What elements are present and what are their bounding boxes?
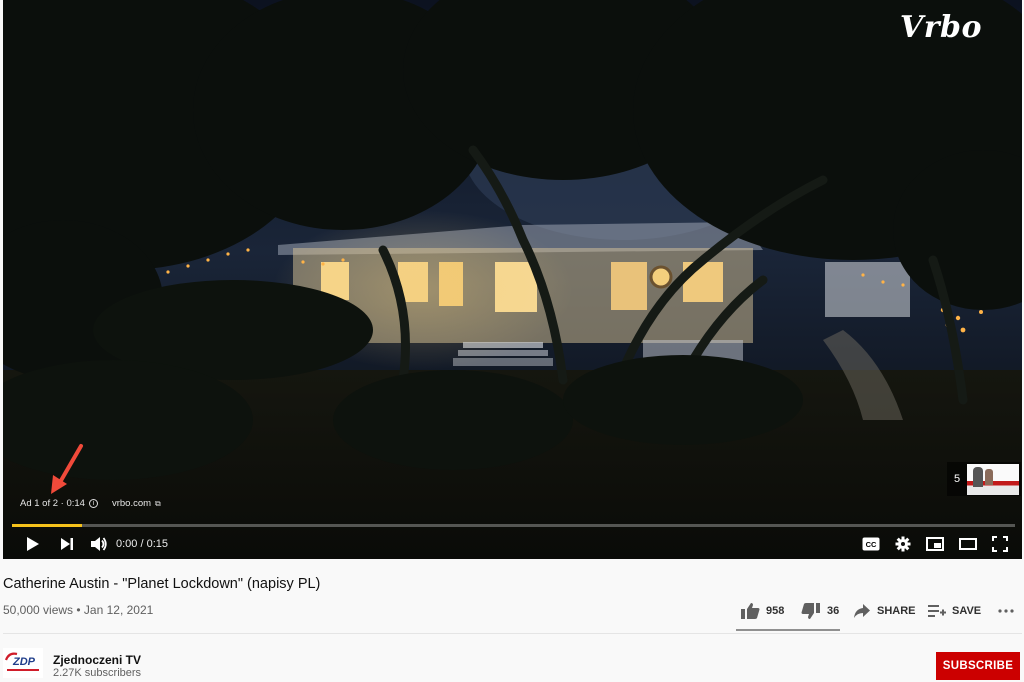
fullscreen-button[interactable] bbox=[988, 530, 1012, 558]
gear-icon bbox=[895, 536, 911, 552]
more-actions-button[interactable] bbox=[998, 598, 1014, 624]
thumbs-down-icon bbox=[801, 603, 820, 619]
miniplayer-button[interactable] bbox=[923, 530, 947, 558]
channel-logo-text: ZDP bbox=[12, 656, 36, 668]
up-next-count: 5 bbox=[953, 473, 961, 485]
ad-info: Ad 1 of 2 · 0:14 i vrbo.com ⧉ bbox=[20, 498, 161, 509]
share-button[interactable]: SHARE bbox=[853, 598, 916, 624]
info-icon[interactable]: i bbox=[88, 499, 98, 508]
progress-fill bbox=[12, 524, 83, 527]
external-link-icon[interactable]: ⧉ bbox=[155, 499, 161, 509]
channel-avatar[interactable]: ZDP bbox=[3, 648, 43, 678]
dislike-button[interactable]: 36 bbox=[801, 598, 839, 624]
skip-next-icon bbox=[61, 538, 73, 550]
time-display: 0:00 / 0:15 bbox=[116, 538, 168, 550]
share-label: SHARE bbox=[877, 605, 916, 617]
playlist-add-icon bbox=[928, 605, 946, 617]
up-next-preview[interactable]: 5 bbox=[947, 462, 1021, 496]
player-controls: 0:00 / 0:15 CC bbox=[3, 530, 1022, 558]
like-count: 958 bbox=[766, 605, 785, 617]
channel-name[interactable]: Zjednoczeni TV bbox=[53, 653, 141, 667]
thumbs-up-icon bbox=[741, 603, 760, 619]
subscribe-button[interactable]: SUBSCRIBE bbox=[936, 652, 1020, 680]
settings-button[interactable] bbox=[891, 530, 915, 558]
ad-counter: Ad 1 of 2 · 0:14 bbox=[20, 498, 85, 509]
save-label: SAVE bbox=[952, 605, 982, 617]
video-frame bbox=[3, 0, 1022, 559]
captions-button[interactable]: CC bbox=[859, 530, 883, 558]
volume-button[interactable] bbox=[87, 530, 111, 558]
svg-text:CC: CC bbox=[866, 540, 877, 549]
captions-icon: CC bbox=[862, 537, 880, 551]
advertiser-logo: Vrbo bbox=[899, 10, 982, 45]
next-button[interactable] bbox=[55, 530, 79, 558]
save-button[interactable]: SAVE bbox=[928, 598, 981, 624]
video-player[interactable]: Vrbo Ad 1 of 2 · 0:14 i vrbo.com ⧉ 5 0:0… bbox=[3, 0, 1022, 559]
more-horizontal-icon bbox=[998, 609, 1014, 613]
progress-bar[interactable] bbox=[12, 524, 1015, 527]
miniplayer-icon bbox=[926, 537, 944, 551]
subscriber-count: 2.27K subscribers bbox=[53, 667, 142, 679]
like-ratio-bar bbox=[736, 629, 840, 631]
fullscreen-icon bbox=[992, 536, 1008, 552]
ad-site-link[interactable]: vrbo.com bbox=[112, 498, 151, 509]
play-icon bbox=[27, 537, 39, 551]
up-next-thumbnail[interactable] bbox=[967, 463, 1019, 495]
theater-mode-button[interactable] bbox=[956, 530, 980, 558]
play-button[interactable] bbox=[21, 530, 45, 558]
dislike-count: 36 bbox=[827, 605, 840, 617]
theater-mode-icon bbox=[959, 538, 977, 550]
video-title: Catherine Austin - "Planet Lockdown" (na… bbox=[3, 576, 321, 592]
annotation-arrow-icon bbox=[51, 444, 83, 494]
like-button[interactable]: 958 bbox=[740, 598, 784, 624]
divider bbox=[3, 633, 1022, 634]
volume-icon bbox=[91, 537, 107, 551]
video-meta: 50,000 views • Jan 12, 2021 bbox=[3, 603, 154, 617]
share-icon bbox=[854, 604, 870, 618]
